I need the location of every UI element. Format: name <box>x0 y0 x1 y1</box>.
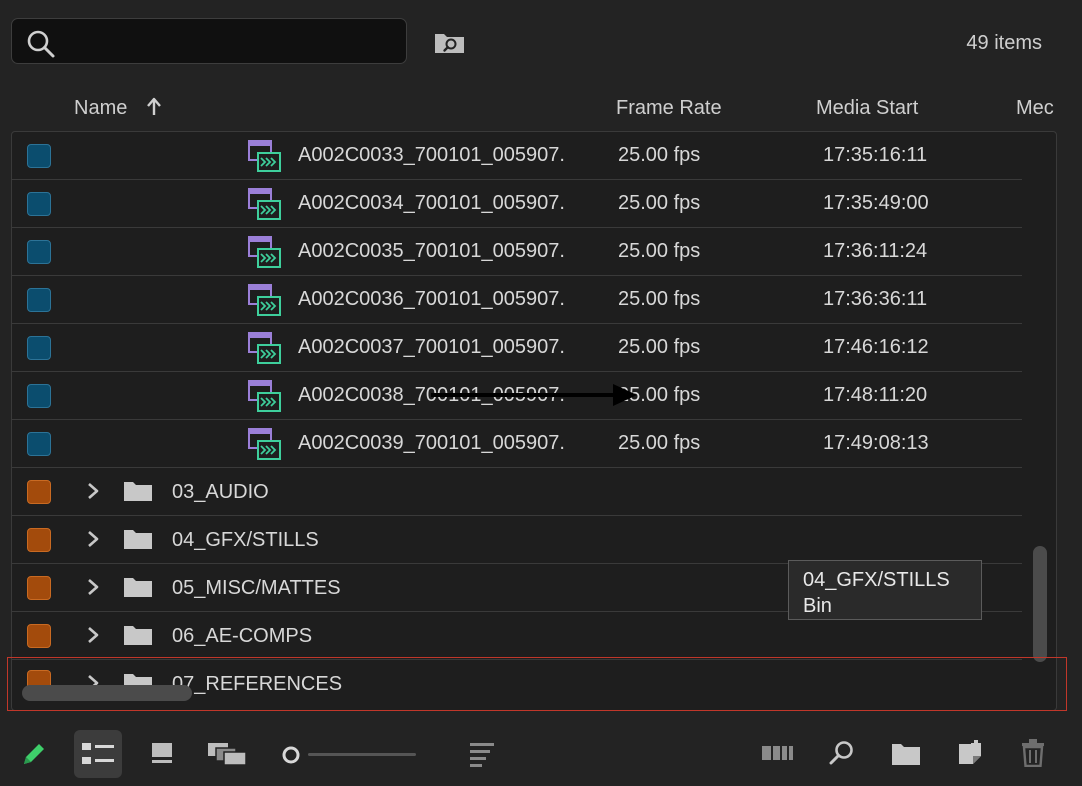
tooltip-subtitle: Bin <box>803 595 832 617</box>
column-header-media-end[interactable]: Mec <box>1016 97 1082 120</box>
label-color-swatch[interactable] <box>27 384 51 408</box>
clip-media-start: 17:36:36:11 <box>823 288 928 310</box>
video-clip-icon <box>248 428 281 460</box>
folder-icon <box>124 626 152 645</box>
clip-media-start: 17:49:08:13 <box>823 432 929 454</box>
item-count: 49 items <box>966 32 1042 54</box>
video-clip-icon <box>248 332 281 364</box>
zoom-slider-track[interactable] <box>308 753 416 756</box>
vertical-scrollbar[interactable] <box>1033 546 1047 662</box>
clip-frame-rate: 25.00 fps <box>618 240 701 262</box>
automate-to-sequence-icon[interactable] <box>762 744 794 762</box>
new-item-icon[interactable] <box>958 740 984 766</box>
clip-media-start: 17:35:49:00 <box>823 192 929 214</box>
clip-row[interactable]: A002C0036_700101_005907. 25.00 fps 17:36… <box>12 276 1022 324</box>
find-in-folder-icon[interactable] <box>434 30 466 54</box>
drag-arrow-icon <box>431 384 637 406</box>
label-color-swatch[interactable] <box>27 480 51 504</box>
chevron-right-icon[interactable] <box>86 578 100 596</box>
video-clip-icon <box>248 380 281 412</box>
new-bin-icon[interactable] <box>891 742 921 766</box>
label-color-swatch[interactable] <box>27 336 51 360</box>
label-color-swatch[interactable] <box>27 144 51 168</box>
label-color-swatch[interactable] <box>27 432 51 456</box>
chevron-right-icon[interactable] <box>86 482 100 500</box>
clip-media-start: 17:46:16:12 <box>823 336 929 358</box>
clip-name: A002C0039_700101_005907. <box>298 432 565 454</box>
folder-icon <box>124 530 152 549</box>
clip-name: A002C0034_700101_005907. <box>298 192 565 214</box>
label-color-swatch[interactable] <box>27 240 51 264</box>
video-clip-icon <box>248 236 281 268</box>
bin-row[interactable]: 03_AUDIO <box>12 468 1022 516</box>
clip-media-start: 17:48:11:20 <box>823 384 928 406</box>
clip-row[interactable]: A002C0039_700101_005907. 25.00 fps 17:49… <box>12 420 1022 468</box>
column-header-name[interactable]: Name <box>74 97 127 120</box>
video-clip-icon <box>248 140 281 172</box>
clip-row[interactable]: A002C0033_700101_005907. 25.00 fps 17:35… <box>12 132 1022 180</box>
highlight-annotation-box <box>7 657 1067 711</box>
clip-frame-rate: 25.00 fps <box>618 336 701 358</box>
clip-media-start: 17:36:11:24 <box>823 240 928 262</box>
clip-frame-rate: 25.00 fps <box>618 192 701 214</box>
find-icon[interactable] <box>829 740 855 766</box>
clip-row[interactable]: A002C0034_700101_005907. 25.00 fps 17:35… <box>12 180 1022 228</box>
trash-icon[interactable] <box>1021 739 1045 767</box>
list-view-button[interactable] <box>74 730 122 778</box>
clip-frame-rate: 25.00 fps <box>618 288 701 310</box>
clip-frame-rate: 25.00 fps <box>618 432 701 454</box>
clip-name: A002C0035_700101_005907. <box>298 240 565 262</box>
label-color-swatch[interactable] <box>27 288 51 312</box>
clip-media-start: 17:35:16:11 <box>823 144 928 166</box>
project-item-list[interactable]: A002C0033_700101_005907. 25.00 fps 17:35… <box>11 131 1057 711</box>
zoom-slider-knob[interactable] <box>281 745 301 765</box>
search-icon <box>27 30 55 58</box>
folder-icon <box>124 482 152 501</box>
bin-row[interactable]: 04_GFX/STILLS <box>12 516 1022 564</box>
sort-ascending-arrow-icon[interactable] <box>146 97 162 117</box>
freeform-view-icon[interactable] <box>207 742 247 766</box>
label-color-swatch[interactable] <box>27 192 51 216</box>
label-color-swatch[interactable] <box>27 624 51 648</box>
bin-name: 06_AE-COMPS <box>172 625 313 647</box>
column-header-frame-rate[interactable]: Frame Rate <box>616 97 722 120</box>
icon-view-icon[interactable] <box>150 742 174 764</box>
pencil-icon[interactable] <box>20 740 48 768</box>
folder-icon <box>124 578 152 597</box>
label-color-swatch[interactable] <box>27 528 51 552</box>
bin-tooltip: 04_GFX/STILLS Bin <box>788 560 982 620</box>
clip-frame-rate: 25.00 fps <box>618 144 701 166</box>
bin-name: 04_GFX/STILLS <box>172 529 319 551</box>
chevron-right-icon[interactable] <box>86 626 100 644</box>
clip-row[interactable]: A002C0035_700101_005907. 25.00 fps 17:36… <box>12 228 1022 276</box>
clip-name: A002C0037_700101_005907. <box>298 336 565 358</box>
bin-name: 03_AUDIO <box>172 481 269 503</box>
clip-row[interactable]: A002C0037_700101_005907. 25.00 fps 17:46… <box>12 324 1022 372</box>
sort-icons-icon[interactable] <box>468 741 496 767</box>
video-clip-icon <box>248 188 281 220</box>
video-clip-icon <box>248 284 281 316</box>
list-view-icon <box>82 743 114 764</box>
clip-name: A002C0036_700101_005907. <box>298 288 565 310</box>
chevron-right-icon[interactable] <box>86 530 100 548</box>
search-input[interactable] <box>64 25 398 59</box>
search-box[interactable] <box>11 18 407 64</box>
column-header-media-start[interactable]: Media Start <box>816 97 918 120</box>
tooltip-title: 04_GFX/STILLS <box>803 569 950 591</box>
label-color-swatch[interactable] <box>27 576 51 600</box>
clip-name: A002C0033_700101_005907. <box>298 144 565 166</box>
bin-name: 05_MISC/MATTES <box>172 577 341 599</box>
